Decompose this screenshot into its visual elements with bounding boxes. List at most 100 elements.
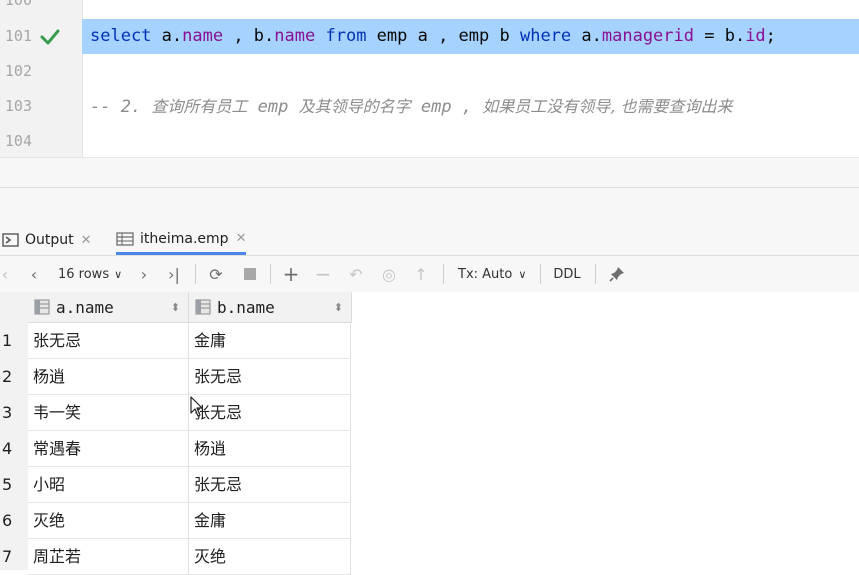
table-row[interactable]: 5 小昭 张无忌 xyxy=(0,467,351,503)
result-grid[interactable]: a.name ⬍ b.name ⬍ 1 张无忌 金庸 2 杨逍 张无忌 3 韦一… xyxy=(0,292,859,575)
results-toolbar: ‹ ‹ 16 rows ∨ › ›| ⟳ + − ↶ ◎ ↑ Tx: Auto … xyxy=(0,256,859,293)
results-tabbar: Output ✕ itheima.emp ✕ xyxy=(0,225,859,256)
tab-label: Output xyxy=(25,232,74,248)
sort-arrows-icon[interactable]: ⬍ xyxy=(171,301,180,314)
row-number: 4 xyxy=(2,439,13,458)
comment-part: emp , xyxy=(410,97,483,117)
cell-a-name[interactable]: 杨逍 xyxy=(28,359,189,395)
preview-changes-icon[interactable]: ◎ xyxy=(378,264,400,284)
field-name: name xyxy=(182,26,224,46)
line-number: 100 xyxy=(4,0,32,9)
editor-line-103[interactable]: 103 -- 2. 查询所有员工 emp 及其领导的名字 emp , 如果员工没… xyxy=(0,89,859,124)
line-number: 104 xyxy=(4,132,32,150)
row-number: 1 xyxy=(2,331,13,350)
kw-where: where xyxy=(519,26,572,46)
submit-icon[interactable]: ↑ xyxy=(410,264,432,284)
token: a. xyxy=(571,26,602,46)
toolbar-divider xyxy=(540,264,541,284)
chevron-down-icon: ∨ xyxy=(114,267,123,281)
editor-line-101[interactable]: 101 select a.name , b.name from emp a , … xyxy=(0,19,859,54)
comment-part: -- 2. xyxy=(90,97,152,117)
comment-part: 如果员工没有领导, 也需要查询出来 xyxy=(482,97,733,116)
pin-icon[interactable] xyxy=(606,264,628,284)
comment-part: 及其领导的名字 xyxy=(298,97,411,116)
editor-bottom-gap xyxy=(0,157,859,188)
field-managerid: managerid xyxy=(601,26,694,46)
next-page-icon[interactable]: › xyxy=(136,264,152,284)
toolbar-divider xyxy=(195,264,196,284)
column-icon xyxy=(195,299,211,315)
line-number: 102 xyxy=(4,62,32,80)
refresh-icon[interactable]: ⟳ xyxy=(205,264,227,284)
add-row-icon[interactable]: + xyxy=(280,262,302,286)
cell-a-name[interactable]: 张无忌 xyxy=(28,323,189,359)
cell-b-name[interactable]: 金庸 xyxy=(189,503,351,539)
query-code[interactable]: select a.name , b.name from emp a , emp … xyxy=(90,19,776,54)
cell-a-name[interactable]: 小昭 xyxy=(28,467,189,503)
editor-line-102: 102 xyxy=(0,54,859,89)
row-number: 3 xyxy=(2,403,13,422)
table-row[interactable]: 3 韦一笑 张无忌 xyxy=(0,395,351,431)
sql-editor[interactable]: 100 101 select a.name , b.name from emp … xyxy=(0,0,859,157)
toolbar-divider xyxy=(443,264,444,284)
tab-itheima-emp[interactable]: itheima.emp ✕ xyxy=(116,225,247,255)
table-row[interactable]: 1 张无忌 金庸 xyxy=(0,323,351,359)
kw-select: select xyxy=(90,26,152,46)
prev-page-icon[interactable]: ‹ xyxy=(26,264,42,284)
cell-a-name[interactable]: 灭绝 xyxy=(28,503,189,539)
row-number: 2 xyxy=(2,367,13,386)
rows-label: 16 rows xyxy=(58,266,110,282)
check-icon[interactable] xyxy=(40,28,60,45)
stop-icon[interactable] xyxy=(240,264,260,284)
tx-mode-selector[interactable]: Tx: Auto ∨ xyxy=(458,264,530,284)
cell-a-name[interactable]: 常遇春 xyxy=(28,431,189,467)
chevron-down-icon: ∨ xyxy=(518,267,527,281)
column-icon xyxy=(34,299,50,315)
table-row[interactable]: 6 灭绝 金庸 xyxy=(0,503,351,539)
table-grid-icon xyxy=(116,231,134,246)
first-page-icon[interactable]: ‹ xyxy=(0,264,10,284)
token: ; xyxy=(765,26,776,46)
column-header-a-name[interactable]: a.name ⬍ xyxy=(28,292,189,323)
cell-b-name[interactable]: 金庸 xyxy=(189,323,351,359)
last-page-icon[interactable]: ›| xyxy=(164,264,184,284)
column-header-label: b.name xyxy=(217,297,275,317)
cell-b-name[interactable]: 张无忌 xyxy=(189,359,351,395)
row-number: 5 xyxy=(2,475,13,494)
kw-from: from xyxy=(325,26,367,46)
output-console-icon xyxy=(2,233,19,247)
tab-output[interactable]: Output ✕ xyxy=(2,225,92,255)
mouse-cursor-icon xyxy=(190,396,203,417)
remove-row-icon[interactable]: − xyxy=(313,262,333,286)
cell-b-name[interactable]: 张无忌 xyxy=(189,395,351,431)
cell-b-name[interactable]: 杨逍 xyxy=(189,431,351,467)
line-number: 103 xyxy=(4,97,32,115)
ddl-button[interactable]: DDL xyxy=(552,264,582,284)
panel-splitter[interactable] xyxy=(0,187,859,226)
close-icon[interactable]: ✕ xyxy=(236,231,247,246)
column-header-label: a.name xyxy=(56,297,114,317)
comment-part: 查询所有员工 xyxy=(151,97,248,116)
row-number: 6 xyxy=(2,511,13,530)
table-row[interactable]: 2 杨逍 张无忌 xyxy=(0,359,351,395)
cell-a-name[interactable]: 韦一笑 xyxy=(28,395,189,431)
token: , b. xyxy=(223,26,275,46)
column-header-b-name[interactable]: b.name ⬍ xyxy=(189,292,352,323)
token: emp a , emp b xyxy=(366,26,520,46)
token: a. xyxy=(151,26,183,46)
comment-part: emp xyxy=(247,97,299,117)
field-id: id xyxy=(745,26,766,46)
field-name: name xyxy=(274,26,316,46)
close-icon[interactable]: ✕ xyxy=(81,233,92,248)
sql-comment[interactable]: -- 2. 查询所有员工 emp 及其领导的名字 emp , 如果员工没有领导,… xyxy=(90,89,732,125)
revert-icon[interactable]: ↶ xyxy=(345,264,367,284)
line-number: 101 xyxy=(4,27,32,45)
table-row[interactable]: 4 常遇春 杨逍 xyxy=(0,431,351,467)
toolbar-divider xyxy=(595,264,596,284)
cell-b-name[interactable]: 张无忌 xyxy=(189,467,351,503)
rows-selector[interactable]: 16 rows ∨ xyxy=(58,264,128,284)
sort-arrows-icon[interactable]: ⬍ xyxy=(334,301,343,314)
editor-line-100: 100 xyxy=(0,0,859,18)
token: = b. xyxy=(694,26,746,46)
